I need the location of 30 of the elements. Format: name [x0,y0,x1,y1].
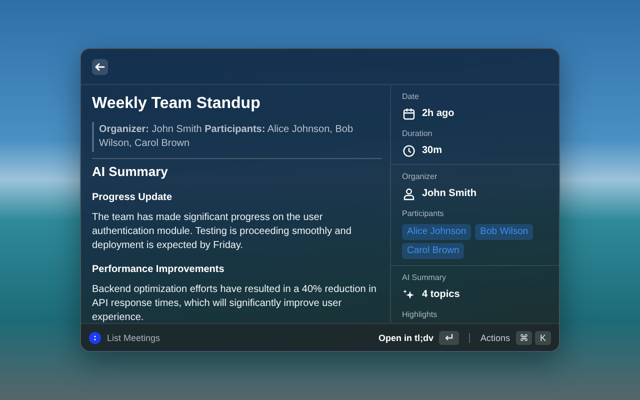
field-value: John Smith [422,187,476,201]
participant-tag: Bob Wilson [475,224,534,240]
back-button[interactable] [92,58,108,74]
person-icon [402,187,416,201]
participant-tag: Alice Johnson [402,224,472,240]
field-label: AI Summary [402,273,448,283]
topic-text: The team has made significant progress on the user authentication module. Testing is proceeding smoothly and deployment is expected by Friday. [92,211,352,253]
open-button[interactable]: Open in tl;dv [378,332,434,342]
field-value: 2h ago [422,107,454,121]
actions-button[interactable]: Actions [480,332,510,342]
field-label: Participants [402,209,445,219]
field-label: Organizer [402,172,438,182]
topic-text: Backend optimization efforts have resulted in a 40% reduction in API response times, which will significantly improve user experience. [92,283,378,323]
field-value: 4 topics [422,288,460,302]
field-label: Date [402,92,420,102]
field-value: 30m [422,144,442,158]
section-heading: AI Summary [92,164,169,180]
shortcut-key: K [535,330,551,344]
clock-icon [402,144,416,158]
topic-heading: Performance Improvements [92,264,226,276]
topic-heading: Progress Update [92,192,174,204]
calendar-icon [402,107,416,121]
meeting-title: Weekly Team Standup [92,94,262,114]
field-label: Duration [402,129,434,139]
footer-title: List Meetings [107,332,160,342]
app-logo-icon [89,332,101,344]
participant-tag: Carol Brown [402,243,464,259]
meeting-attendees: Organizer: John Smith Participants: Alice Johnson, Bob Wilson, Carol Brown [92,122,382,152]
field-label: Highlights [402,310,438,320]
shortcut-key: ⌘ [516,330,532,344]
